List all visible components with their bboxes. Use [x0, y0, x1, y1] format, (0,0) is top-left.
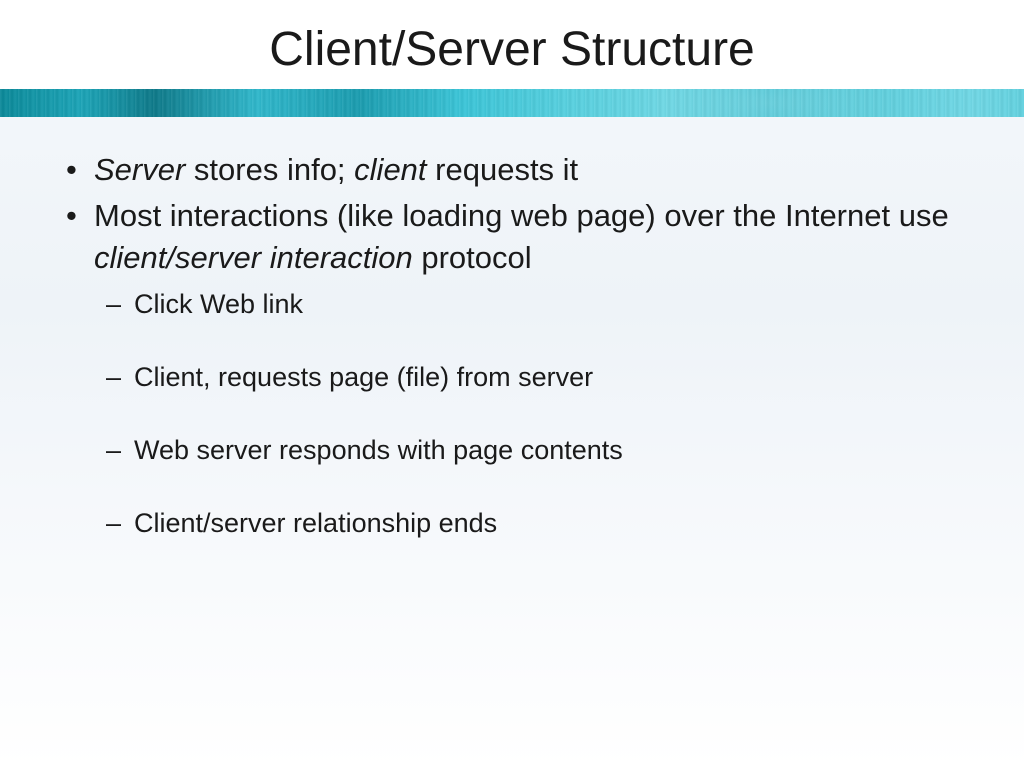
bullet-list-level1: Server stores info; client requests it M… — [48, 149, 976, 541]
sub-bullet-item: Click Web link — [94, 287, 976, 322]
sub-bullet-item: Web server responds with page contents — [94, 433, 976, 468]
slide: Client/Server Structure Server stores in… — [0, 0, 1024, 768]
bullet-list-level2: Click Web link Client, requests page (fi… — [94, 287, 976, 541]
slide-content: Server stores info; client requests it M… — [0, 117, 1024, 541]
sub-bullet-text: Client, requests page (file) from server — [134, 362, 593, 392]
sub-bullet-text: Click Web link — [134, 289, 303, 319]
bullet-item: Most interactions (like loading web page… — [48, 195, 976, 541]
sub-bullet-text: Client/server relationship ends — [134, 508, 497, 538]
decorative-divider — [0, 89, 1024, 117]
sub-bullet-item: Client/server relationship ends — [94, 506, 976, 541]
bullet-text: Server stores info; client requests it — [94, 152, 578, 187]
slide-title: Client/Server Structure — [0, 0, 1024, 89]
sub-bullet-text: Web server responds with page contents — [134, 435, 623, 465]
bullet-text: Most interactions (like loading web page… — [94, 198, 949, 275]
sub-bullet-item: Client, requests page (file) from server — [94, 360, 976, 395]
bullet-item: Server stores info; client requests it — [48, 149, 976, 191]
